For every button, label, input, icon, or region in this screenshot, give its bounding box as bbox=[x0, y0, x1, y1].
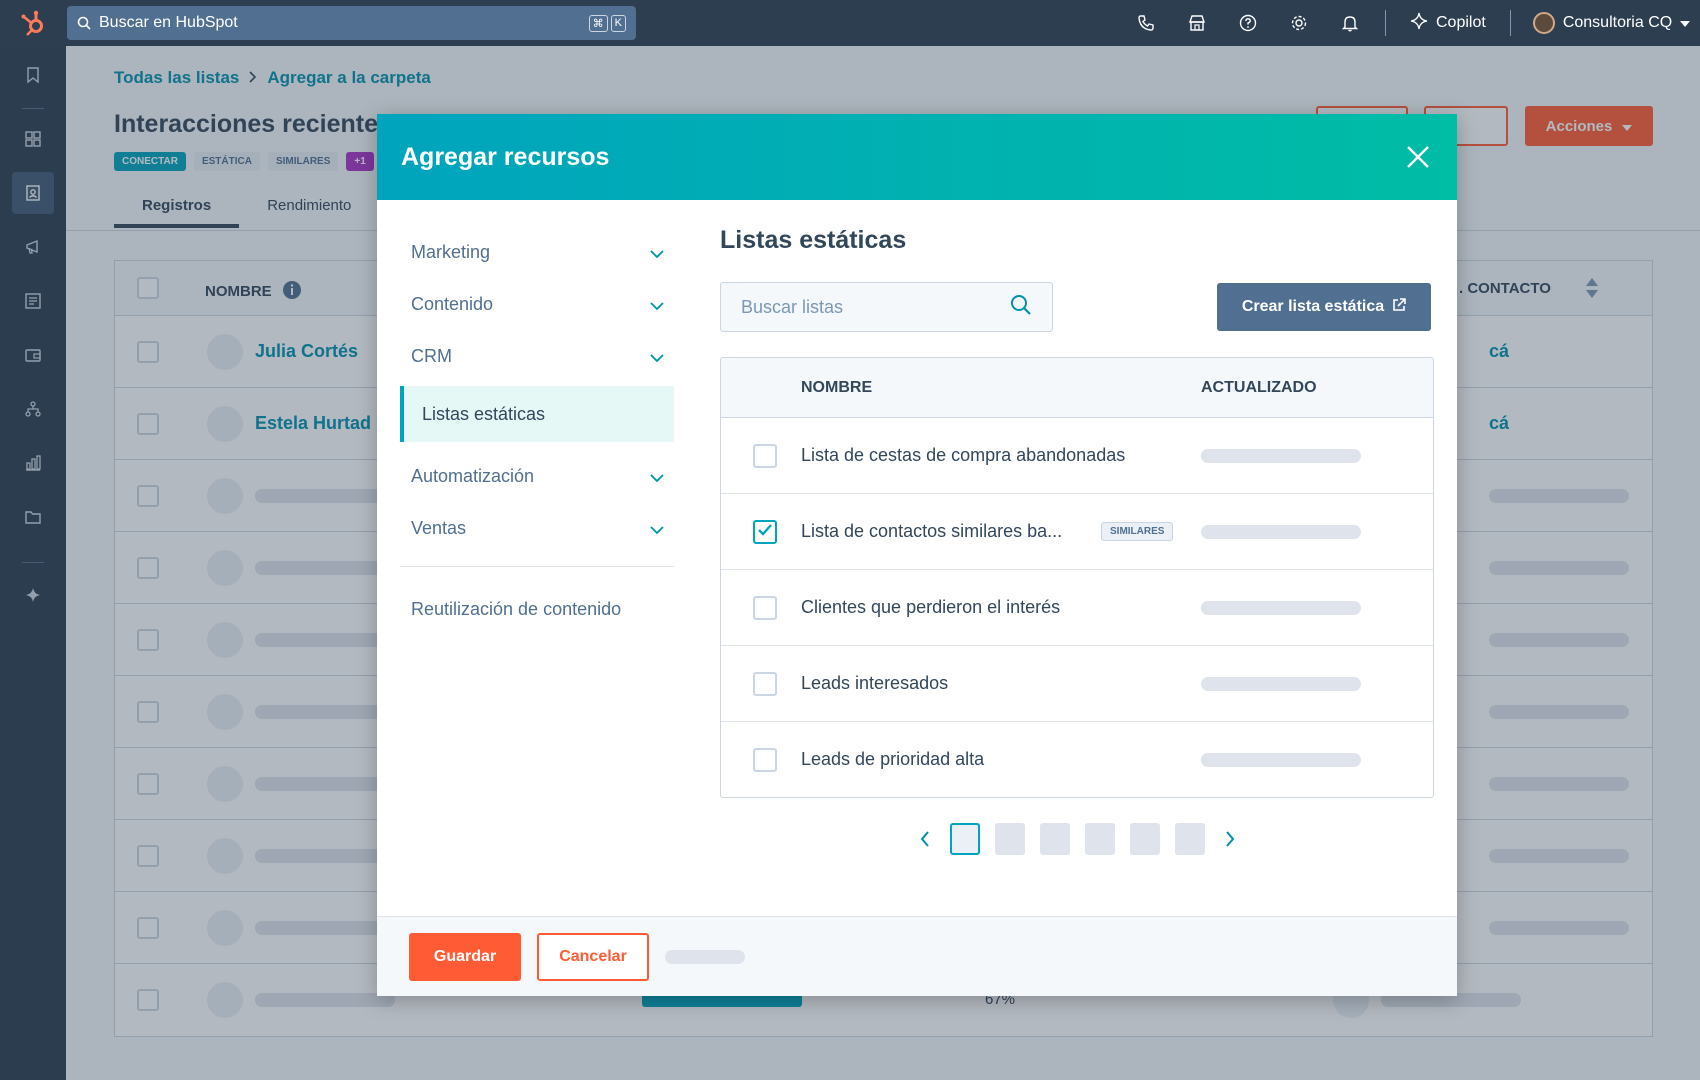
nav-item-automatizacion[interactable]: Automatización bbox=[400, 450, 674, 502]
row-checkbox[interactable] bbox=[753, 672, 777, 696]
list-name: Lista de cestas de compra abandonadas bbox=[801, 445, 1126, 465]
page-button[interactable] bbox=[994, 823, 1025, 855]
page-button[interactable] bbox=[1039, 823, 1070, 855]
chevron-down-icon bbox=[650, 518, 664, 539]
list-name: Leads interesados bbox=[801, 673, 949, 693]
sparkle-icon bbox=[1410, 12, 1428, 35]
static-lists-table: NOMBRE ACTUALIZADO Lista de cestas de co… bbox=[720, 357, 1434, 798]
nav-item-reutilizacion[interactable]: Reutilización de contenido bbox=[400, 583, 674, 635]
help-icon[interactable] bbox=[1222, 14, 1273, 32]
column-header-updated[interactable]: ACTUALIZADO bbox=[1201, 379, 1317, 397]
account-menu[interactable]: Consultoria CQ bbox=[1521, 12, 1691, 34]
divider bbox=[1385, 10, 1386, 36]
settings-icon[interactable] bbox=[1273, 14, 1324, 32]
create-static-list-button[interactable]: Crear lista estática bbox=[1217, 283, 1431, 331]
pagination bbox=[720, 822, 1434, 856]
phone-icon[interactable] bbox=[1120, 14, 1171, 32]
save-button[interactable]: Guardar bbox=[409, 932, 521, 981]
nav-item-listas-estaticas[interactable]: Listas estáticas bbox=[400, 386, 674, 442]
checkmark-icon bbox=[757, 523, 773, 542]
nav-item-ventas[interactable]: Ventas bbox=[400, 502, 674, 554]
skeleton-bar bbox=[1201, 601, 1361, 615]
nav-item-label: Ventas bbox=[411, 517, 467, 538]
shortcut-key: K bbox=[610, 14, 626, 32]
table-row[interactable]: Lista de contactos similares ba... SIMIL… bbox=[721, 494, 1433, 570]
row-checkbox[interactable] bbox=[753, 444, 777, 468]
nav-item-label: Reutilización de contenido bbox=[411, 598, 622, 619]
skeleton-bar bbox=[1201, 449, 1361, 463]
similares-badge: SIMILARES bbox=[1101, 522, 1174, 541]
skeleton-bar bbox=[1201, 677, 1361, 691]
table-row[interactable]: Lista de cestas de compra abandonadas bbox=[721, 418, 1433, 494]
global-search-input[interactable]: Buscar en HubSpot ⌘ K bbox=[67, 6, 636, 40]
keyboard-shortcut-hint: ⌘ K bbox=[588, 14, 626, 32]
dialog-footer: Guardar Cancelar bbox=[377, 916, 1457, 996]
table-row[interactable]: Clientes que perdieron el interés bbox=[721, 570, 1433, 646]
table-row[interactable]: Leads interesados bbox=[721, 646, 1433, 722]
dialog-header: Agregar recursos bbox=[377, 114, 1457, 200]
chevron-down-icon bbox=[650, 346, 664, 367]
list-name: Clientes que perdieron el interés bbox=[801, 597, 1061, 617]
page-button[interactable] bbox=[949, 823, 980, 855]
nav-item-label: Contenido bbox=[411, 293, 494, 314]
chevron-right-icon[interactable] bbox=[1220, 829, 1240, 849]
row-checkbox[interactable] bbox=[753, 596, 777, 620]
resource-category-nav: Marketing Contenido CRM Listas estáticas… bbox=[400, 226, 674, 635]
top-navigation-bar: Buscar en HubSpot ⌘ K Copilot Consultori… bbox=[0, 0, 1700, 46]
row-checkbox[interactable] bbox=[753, 748, 777, 772]
global-search-placeholder: Buscar en HubSpot bbox=[99, 14, 238, 31]
create-static-list-label: Crear lista estática bbox=[1241, 298, 1385, 315]
table-row[interactable]: Leads de prioridad alta bbox=[721, 722, 1433, 797]
hubspot-logo-icon[interactable] bbox=[0, 0, 66, 46]
search-icon bbox=[77, 16, 91, 30]
nav-item-marketing[interactable]: Marketing bbox=[400, 226, 674, 278]
chevron-down-icon bbox=[1680, 14, 1691, 32]
list-name: Lista de contactos similares ba... bbox=[801, 521, 1063, 541]
nav-item-label: Automatización bbox=[411, 465, 535, 486]
skeleton-bar bbox=[665, 949, 745, 964]
list-search-input[interactable]: Buscar listas bbox=[720, 282, 1053, 332]
chevron-down-icon bbox=[650, 294, 664, 315]
page-button[interactable] bbox=[1129, 823, 1160, 855]
add-resources-dialog: Agregar recursos Marketing Contenido CRM… bbox=[377, 114, 1457, 996]
skeleton-bar bbox=[1201, 525, 1361, 539]
close-icon[interactable] bbox=[1403, 142, 1433, 172]
marketplace-icon[interactable] bbox=[1171, 14, 1222, 32]
chevron-down-icon bbox=[650, 466, 664, 487]
search-icon[interactable] bbox=[1010, 294, 1032, 321]
top-utility-icons: Copilot Consultoria CQ bbox=[1120, 0, 1691, 46]
list-name: Leads de prioridad alta bbox=[801, 749, 985, 769]
skeleton-bar bbox=[1201, 753, 1361, 767]
nav-item-label: Listas estáticas bbox=[422, 403, 546, 424]
shortcut-key: ⌘ bbox=[588, 14, 608, 32]
table-header: NOMBRE ACTUALIZADO bbox=[721, 358, 1433, 418]
cancel-button[interactable]: Cancelar bbox=[537, 932, 649, 981]
notifications-icon[interactable] bbox=[1324, 14, 1375, 32]
page-button[interactable] bbox=[1084, 823, 1115, 855]
dialog-title: Agregar recursos bbox=[401, 142, 610, 171]
divider bbox=[1509, 10, 1511, 36]
nav-item-crm[interactable]: CRM bbox=[400, 330, 674, 382]
static-lists-panel: Listas estáticas Buscar listas Crear lis… bbox=[720, 226, 1434, 855]
nav-item-contenido[interactable]: Contenido bbox=[400, 278, 674, 330]
avatar bbox=[1532, 12, 1555, 34]
chevron-left-icon[interactable] bbox=[915, 829, 935, 849]
row-checkbox-checked[interactable] bbox=[753, 520, 777, 544]
divider bbox=[400, 566, 674, 567]
list-search-placeholder: Buscar listas bbox=[741, 296, 844, 317]
external-link-icon bbox=[1392, 297, 1406, 317]
nav-item-label: CRM bbox=[411, 345, 452, 366]
column-header-name[interactable]: NOMBRE bbox=[801, 379, 872, 397]
account-name: Consultoria CQ bbox=[1562, 14, 1673, 31]
copilot-label: Copilot bbox=[1436, 14, 1486, 31]
copilot-button[interactable]: Copilot bbox=[1396, 12, 1500, 35]
page-button[interactable] bbox=[1174, 823, 1205, 855]
panel-title: Listas estáticas bbox=[720, 226, 907, 254]
nav-item-label: Marketing bbox=[411, 241, 491, 262]
chevron-down-icon bbox=[650, 242, 664, 263]
